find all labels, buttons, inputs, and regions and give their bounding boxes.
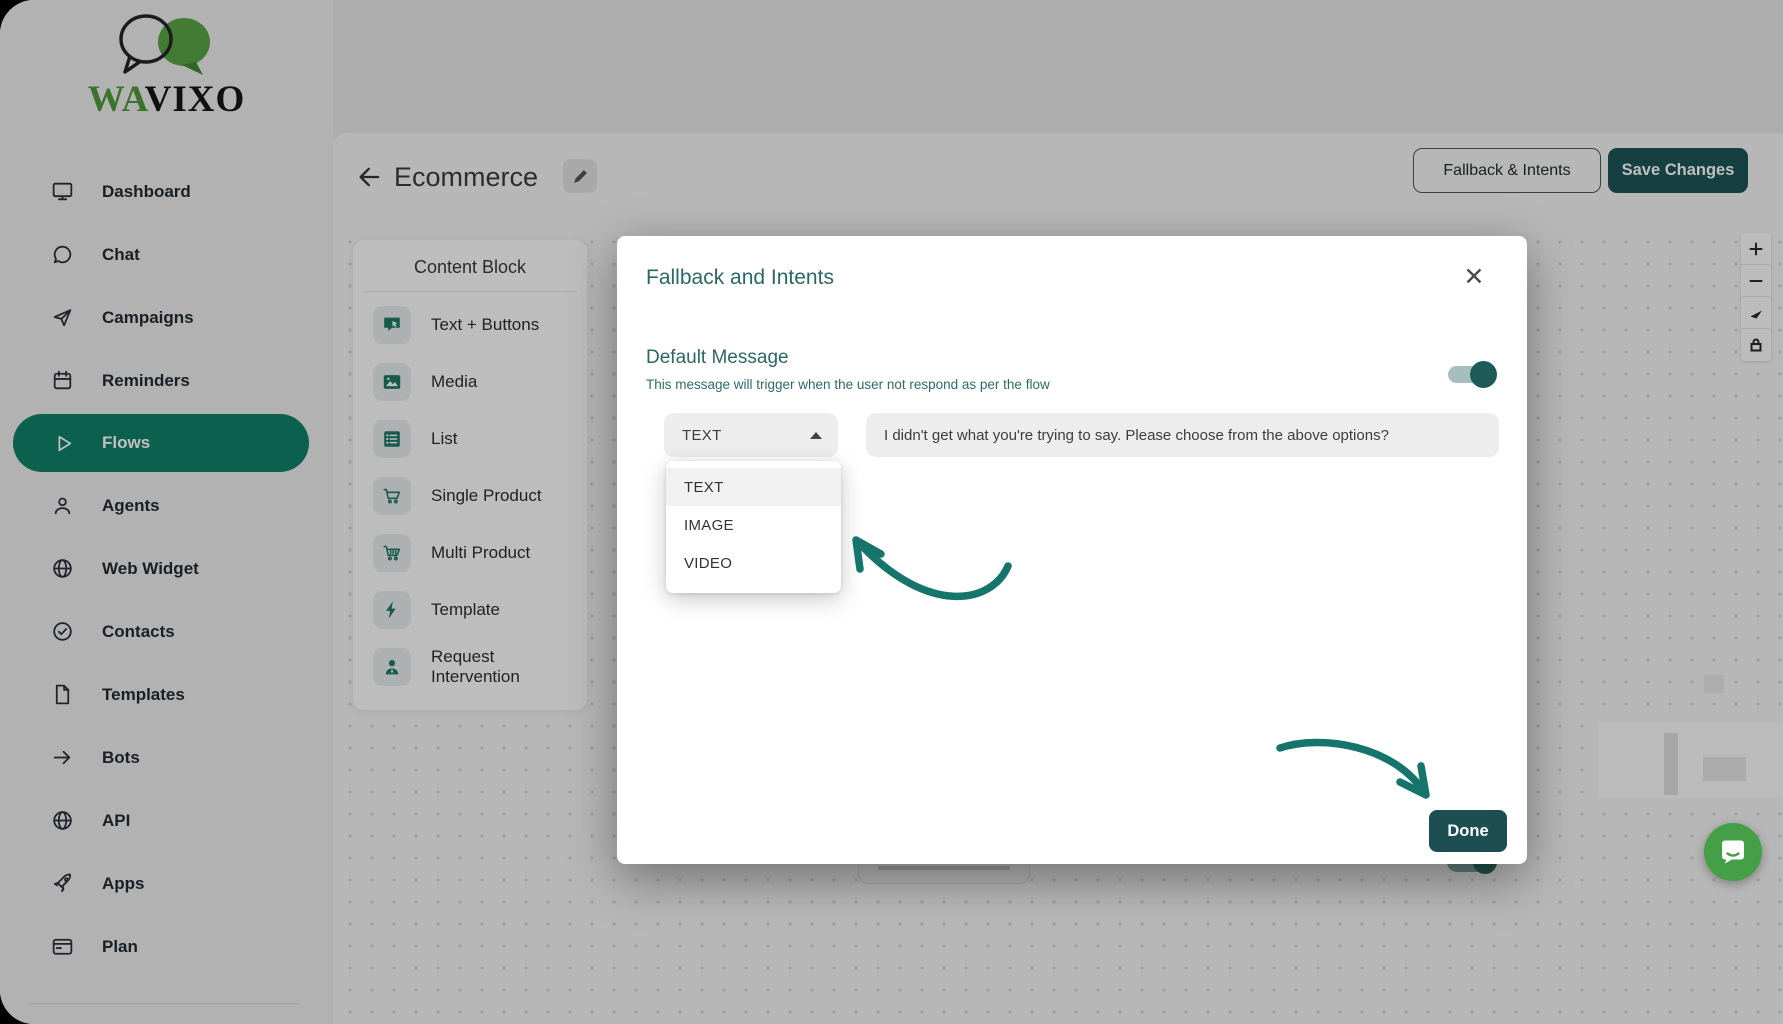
app-window: WAVIXO Dashboard Chat Campaigns Reminder… (0, 0, 1783, 1024)
message-type-value: TEXT (682, 427, 722, 444)
chevron-up-icon (810, 432, 822, 439)
chat-launcher-icon (1718, 837, 1748, 867)
menu-option-video[interactable]: VIDEO (666, 544, 841, 582)
default-message-input[interactable]: I didn't get what you're trying to say. … (866, 413, 1499, 457)
message-type-select[interactable]: TEXT (664, 413, 838, 457)
default-message-title: Default Message (646, 347, 789, 369)
fallback-intents-modal: Fallback and Intents ✕ Default Message T… (617, 236, 1527, 864)
message-type-menu: TEXT IMAGE VIDEO (666, 461, 841, 593)
toggle-knob (1470, 361, 1497, 388)
modal-title: Fallback and Intents (646, 266, 834, 290)
menu-option-text[interactable]: TEXT (666, 468, 841, 506)
default-message-value: I didn't get what you're trying to say. … (884, 427, 1389, 444)
menu-option-image[interactable]: IMAGE (666, 506, 841, 544)
done-button[interactable]: Done (1429, 810, 1507, 852)
default-message-toggle[interactable] (1445, 359, 1497, 389)
default-message-subtitle: This message will trigger when the user … (646, 377, 1050, 392)
support-chat-launcher[interactable] (1704, 823, 1762, 881)
close-icon[interactable]: ✕ (1459, 262, 1489, 292)
